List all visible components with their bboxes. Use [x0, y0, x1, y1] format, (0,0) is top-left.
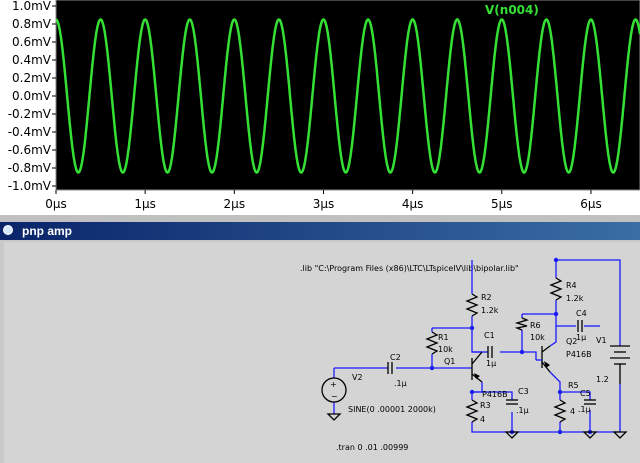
resistor-r3[interactable]: R3 4 — [465, 399, 491, 424]
svg-text:SINE(0 .00001 2000k): SINE(0 .00001 2000k) — [348, 405, 436, 414]
svg-text:10k: 10k — [530, 333, 545, 342]
svg-text:1µ: 1µ — [576, 333, 586, 342]
plot-area[interactable] — [55, 0, 640, 191]
lib-directive[interactable]: .lib "C:\Program Files (x86)\LTC\LTspice… — [300, 264, 519, 273]
y-tick-label: -0.2mV — [8, 107, 52, 121]
svg-text:R4: R4 — [566, 281, 577, 290]
trace-label[interactable]: V(n004) — [485, 3, 539, 17]
capacitor-c5[interactable]: C5 .1µ — [578, 389, 596, 414]
y-tick-label: -0.4mV — [8, 125, 52, 139]
resistor-r1[interactable]: R1 10k — [425, 331, 453, 355]
tran-directive[interactable]: .tran 0 .01 .00999 — [336, 443, 408, 452]
x-axis-ticks: 0µs 1µs 2µs 3µs 4µs 5µs 6µs — [45, 190, 602, 211]
svg-text:1.2k: 1.2k — [566, 294, 584, 303]
resistor-r4[interactable]: R4 1.2k — [549, 277, 584, 303]
svg-text:C5: C5 — [580, 389, 591, 398]
ground-symbols — [326, 413, 628, 439]
svg-text:4: 4 — [570, 407, 575, 416]
svg-text:R5: R5 — [568, 381, 579, 390]
capacitor-c2[interactable]: C2 .1µ — [387, 353, 407, 388]
waveform-plot[interactable]: 1.0mV 0.8mV 0.6mV 0.4mV 0.2mV 0.0mV -0.2mV -0.4… — [0, 0, 640, 215]
svg-text:V1: V1 — [596, 336, 607, 345]
x-tick-label: 6µs — [580, 197, 602, 211]
svg-text:1.2k: 1.2k — [481, 306, 499, 315]
x-tick-label: 1µs — [134, 197, 156, 211]
svg-text:4: 4 — [480, 415, 485, 424]
svg-text:.1µ: .1µ — [516, 406, 529, 415]
transistor-q2[interactable]: Q2 P416B — [536, 337, 592, 373]
svg-text:P416B: P416B — [482, 390, 508, 399]
y-tick-label: -0.8mV — [8, 161, 52, 175]
y-tick-label: 0.6mV — [12, 35, 52, 49]
svg-text:.1µ: .1µ — [394, 379, 407, 388]
svg-text:R2: R2 — [481, 293, 492, 302]
resistor-r5[interactable]: R5 4 — [553, 381, 579, 423]
x-tick-label: 3µs — [313, 197, 335, 211]
y-tick-label: 1.0mV — [12, 0, 52, 13]
waveform-plot-pane[interactable]: 1.0mV 0.8mV 0.6mV 0.4mV 0.2mV 0.0mV -0.2mV -0.4… — [0, 0, 640, 215]
y-tick-label: 0.2mV — [12, 71, 52, 85]
schematic-canvas[interactable]: .lib "C:\Program Files (x86)\LTC\LTspice… — [4, 242, 640, 463]
y-tick-label: 0.8mV — [12, 17, 52, 31]
schematic-window[interactable]: pnp amp .lib "C:\Program Files (x86)\LTC… — [0, 222, 640, 463]
x-tick-label: 0µs — [45, 197, 67, 211]
svg-text:R1: R1 — [438, 333, 449, 342]
svg-text:10k: 10k — [438, 345, 453, 354]
schematic-titlebar[interactable]: pnp amp — [0, 222, 640, 240]
svg-text:+: + — [330, 380, 337, 389]
svg-text:Q1: Q1 — [444, 357, 455, 366]
svg-text:R3: R3 — [480, 401, 491, 410]
x-tick-label: 5µs — [491, 197, 513, 211]
svg-text:1µ: 1µ — [486, 359, 496, 368]
svg-text:.1µ: .1µ — [578, 405, 591, 414]
x-tick-label: 4µs — [402, 197, 424, 211]
svg-text:C2: C2 — [390, 353, 401, 362]
svg-text:P416B: P416B — [566, 350, 592, 359]
svg-text:C3: C3 — [518, 387, 529, 396]
y-tick-label: 0.0mV — [12, 89, 52, 103]
svg-text:C1: C1 — [484, 331, 495, 340]
y-tick-label: -1.0mV — [8, 179, 52, 193]
svg-text:V2: V2 — [352, 373, 363, 382]
y-axis-ticks: 1.0mV 0.8mV 0.6mV 0.4mV 0.2mV 0.0mV -0.2mV -0.4… — [8, 0, 56, 193]
y-tick-label: -0.6mV — [8, 143, 52, 157]
resistor-r6[interactable]: R6 10k — [514, 317, 545, 342]
battery-v1[interactable]: V1 1.2 — [596, 336, 630, 384]
svg-text:1.2: 1.2 — [596, 375, 609, 384]
schematic-drawing[interactable]: .lib "C:\Program Files (x86)\LTC\LTspice… — [4, 242, 640, 463]
x-tick-label: 2µs — [224, 197, 246, 211]
y-tick-label: 0.4mV — [12, 53, 52, 67]
capacitor-c3[interactable]: C3 .1µ — [506, 387, 529, 415]
svg-text:Q2: Q2 — [566, 337, 577, 346]
resistor-r2[interactable]: R2 1.2k — [465, 293, 499, 317]
capacitor-c1[interactable]: C1 1µ — [484, 331, 496, 368]
schematic-icon — [3, 225, 13, 235]
svg-text:−: − — [331, 392, 338, 401]
signal-source-v2[interactable]: + − V2 SINE(0 .00001 2000k) — [321, 373, 436, 414]
svg-text:R6: R6 — [530, 321, 541, 330]
svg-text:C4: C4 — [576, 309, 587, 318]
schematic-title: pnp amp — [22, 224, 72, 238]
